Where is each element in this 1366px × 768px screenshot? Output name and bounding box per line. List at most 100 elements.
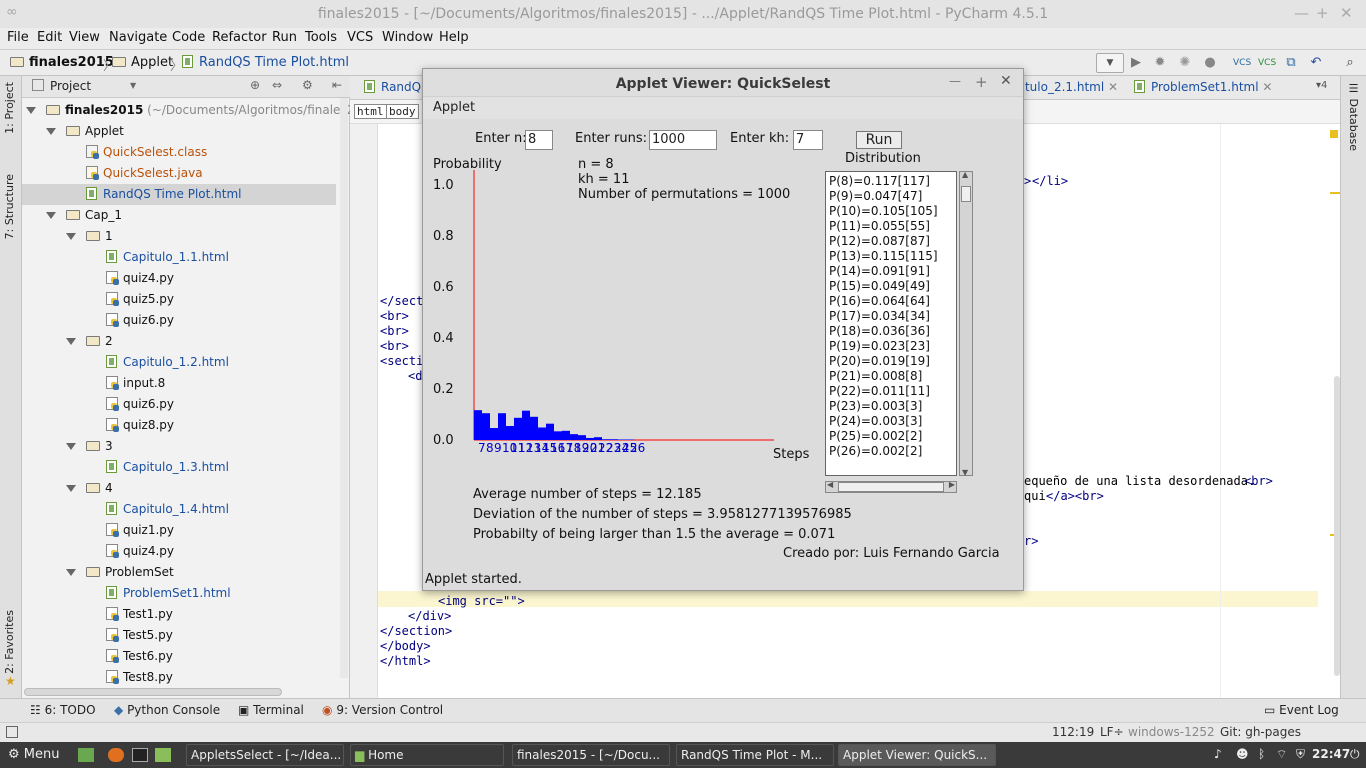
tree-folder[interactable]: ProblemSet <box>66 562 174 583</box>
revert-icon[interactable]: ↶ <box>1308 55 1324 71</box>
runs-input[interactable]: 1000 <box>649 130 717 150</box>
run-config-dropdown[interactable]: ▼ <box>1096 53 1124 73</box>
breadcrumb-project[interactable]: finales2015 <box>10 55 114 70</box>
taskbar-item[interactable]: AppletsSelect - [~/Idea... <box>186 744 344 766</box>
line-separator[interactable]: LF÷ <box>1100 725 1124 739</box>
minimize-icon[interactable]: — <box>1294 4 1309 22</box>
list-item[interactable]: P(20)=0.019[19] <box>829 354 930 368</box>
list-item[interactable]: P(19)=0.023[23] <box>829 339 930 353</box>
tree-file[interactable]: Test1.py <box>106 604 173 625</box>
tag-crumb-html[interactable]: html <box>354 104 387 119</box>
tab-randqs[interactable]: RandQS <box>364 80 429 94</box>
tree-folder[interactable]: 4 <box>66 478 113 499</box>
project-view-label[interactable]: Project <box>50 79 91 93</box>
clock[interactable]: 22:47 <box>1312 747 1350 761</box>
list-item[interactable]: P(22)=0.011[11] <box>829 384 930 398</box>
menu-vcs[interactable]: VCS <box>347 30 373 45</box>
applet-menu[interactable]: Applet <box>433 100 475 115</box>
tree-folder-cap1[interactable]: Cap_1 <box>46 205 122 226</box>
tree-file[interactable]: quiz1.py <box>106 520 174 541</box>
toggle-tool-windows-icon[interactable] <box>6 726 18 738</box>
distribution-horizontal-scrollbar[interactable]: ◀ ▶ <box>825 480 957 493</box>
maximize-icon[interactable]: + <box>975 73 988 91</box>
firefox-launcher-icon[interactable] <box>108 748 124 762</box>
scroll-right-icon[interactable]: ▶ <box>949 480 955 489</box>
tree-file[interactable]: quiz8.py <box>106 415 174 436</box>
scroll-up-icon[interactable]: ▲ <box>962 170 968 179</box>
list-item[interactable]: P(9)=0.047[47] <box>829 189 922 203</box>
tree-file[interactable]: Capitulo_1.4.html <box>106 499 229 520</box>
tree-file[interactable]: input.8 <box>106 373 165 394</box>
network-icon[interactable]: ⌔ <box>1276 747 1287 762</box>
list-item[interactable]: P(13)=0.115[115] <box>829 249 938 263</box>
tree-file[interactable]: quiz5.py <box>106 289 174 310</box>
list-item[interactable]: P(21)=0.008[8] <box>829 369 922 383</box>
tab-problemset1[interactable]: ProblemSet1.html ✕ <box>1134 80 1272 94</box>
stop-icon[interactable]: ● <box>1202 55 1218 71</box>
tree-folder-applet[interactable]: Applet <box>46 121 124 142</box>
tree-file[interactable]: Test8.py <box>106 667 173 688</box>
vcs-commit-icon[interactable]: VCS <box>1258 55 1276 71</box>
folder-launcher-icon[interactable] <box>155 748 171 762</box>
close-icon[interactable]: ✕ <box>1000 73 1012 89</box>
kh-input[interactable]: 7 <box>793 130 823 150</box>
scroll-left-icon[interactable]: ◀ <box>827 480 833 489</box>
list-item[interactable]: P(17)=0.034[34] <box>829 309 930 323</box>
version-control-button[interactable]: ◉ 9: Version Control <box>322 703 443 717</box>
close-icon[interactable]: ✕ <box>1340 4 1353 22</box>
start-menu[interactable]: ⚙ Menu <box>8 747 60 762</box>
minimize-icon[interactable]: — <box>949 74 961 88</box>
hide-panel-icon[interactable]: ⇤ <box>332 78 342 92</box>
tree-folder[interactable]: 2 <box>66 331 113 352</box>
bluetooth-icon[interactable]: ᛒ <box>1258 747 1265 761</box>
distribution-vertical-scrollbar[interactable]: ▲ ▼ <box>959 170 973 477</box>
list-item[interactable]: P(16)=0.064[64] <box>829 294 930 308</box>
error-stripe-mark[interactable] <box>1330 192 1340 194</box>
menu-edit[interactable]: Edit <box>37 30 62 45</box>
list-item[interactable]: P(15)=0.049[49] <box>829 279 930 293</box>
list-item[interactable]: P(14)=0.091[91] <box>829 264 930 278</box>
todo-tool-button[interactable]: ☷ 6: TODO <box>30 703 96 717</box>
menu-code[interactable]: Code <box>172 30 205 45</box>
tab-list-dropdown[interactable]: ▾4 <box>1316 80 1327 91</box>
run-icon[interactable]: ▶ <box>1128 55 1144 71</box>
tree-file[interactable]: quiz4.py <box>106 541 174 562</box>
scroll-down-icon[interactable]: ▼ <box>962 468 968 477</box>
tree-file[interactable]: quiz6.py <box>106 310 174 331</box>
maximize-icon[interactable]: + <box>1316 4 1329 22</box>
structure-tool-tab[interactable]: 7: Structure <box>3 174 16 239</box>
distribution-list[interactable]: P(8)=0.117[117] P(9)=0.047[47] P(10)=0.1… <box>825 171 957 476</box>
database-tool-tab[interactable]: ☰ Database <box>1347 82 1360 151</box>
tab-capitulo-2-1[interactable]: pitulo_2.1.html ✕ <box>1014 80 1118 94</box>
event-log-button[interactable]: ▭ Event Log <box>1264 703 1339 717</box>
taskbar-item[interactable]: ▆ Home <box>350 744 504 766</box>
caret-position[interactable]: 112:19 <box>1052 725 1094 739</box>
file-encoding[interactable]: windows-1252 <box>1128 725 1215 739</box>
volume-icon[interactable]: ♪ <box>1214 747 1222 761</box>
project-tool-tab[interactable]: 1: Project <box>3 82 16 134</box>
tree-file[interactable]: Capitulo_1.1.html <box>106 247 229 268</box>
menu-run[interactable]: Run <box>272 30 297 45</box>
tag-crumb-body[interactable]: body <box>386 104 419 119</box>
taskbar-item[interactable]: RandQS Time Plot - M... <box>676 744 834 766</box>
menu-file[interactable]: File <box>7 30 29 45</box>
chevron-down-icon[interactable]: ▼ <box>130 81 136 90</box>
menu-view[interactable]: View <box>69 30 100 45</box>
power-icon[interactable]: ⏻ <box>1350 747 1360 762</box>
menu-navigate[interactable]: Navigate <box>109 30 167 45</box>
tree-file[interactable]: Test5.py <box>106 625 173 646</box>
breadcrumb-applet[interactable]: Applet <box>112 55 173 70</box>
coverage-icon[interactable]: ✺ <box>1177 55 1193 71</box>
list-item[interactable]: P(25)=0.002[2] <box>829 429 922 443</box>
terminal-launcher-icon[interactable] <box>132 748 148 762</box>
list-item[interactable]: P(23)=0.003[3] <box>829 399 922 413</box>
scrollbar-thumb[interactable] <box>838 482 944 492</box>
taskbar-item-active[interactable]: Applet Viewer: QuickS... <box>838 744 996 766</box>
favorites-tool-tab[interactable]: 2: Favorites <box>3 610 16 674</box>
menu-refactor[interactable]: Refactor <box>212 30 267 45</box>
file-manager-launcher-icon[interactable] <box>78 748 94 762</box>
taskbar-item[interactable]: finales2015 - [~/Docu... <box>512 744 670 766</box>
n-input[interactable]: 8 <box>525 130 553 150</box>
debug-icon[interactable]: ✹ <box>1152 55 1168 71</box>
warning-marker-icon[interactable] <box>1330 130 1338 138</box>
